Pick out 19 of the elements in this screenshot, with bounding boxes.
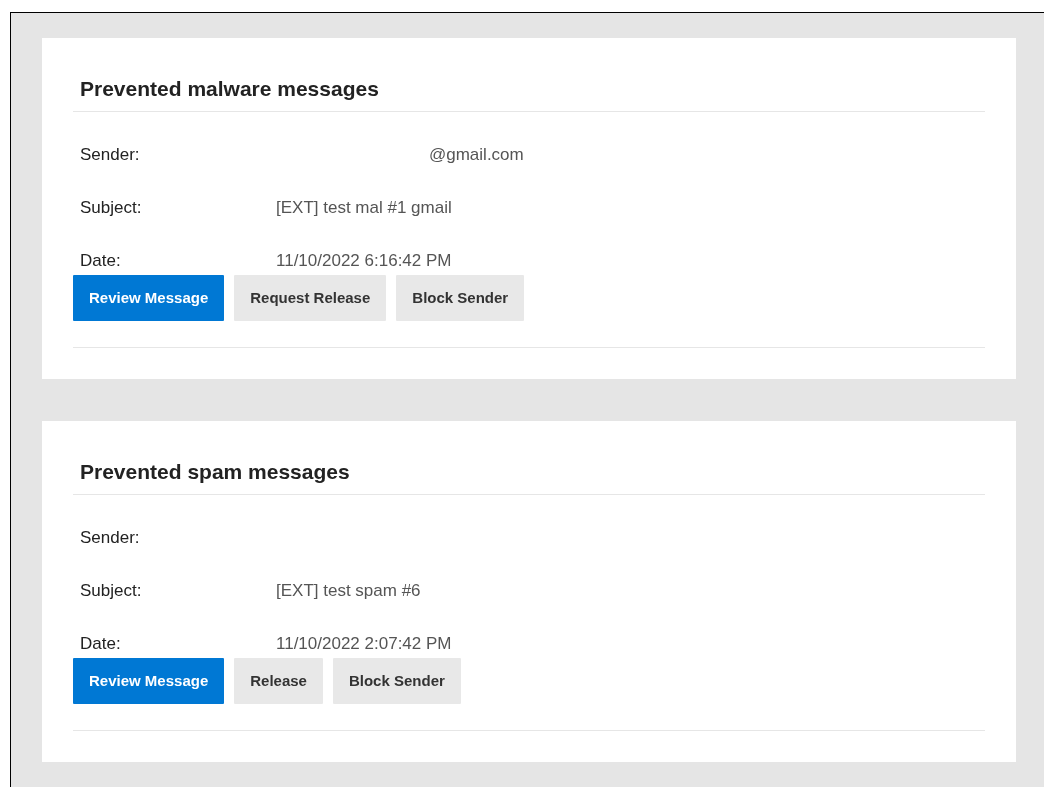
field-value: 11/10/2022 2:07:42 PM [276,634,452,654]
field-label: Subject: [80,196,143,219]
action-button[interactable]: Block Sender [332,658,461,705]
field-label: Sender: [80,143,141,166]
action-button[interactable]: Release [234,658,323,705]
field-label: Date: [80,633,122,656]
action-button[interactable]: Request Release [234,275,387,322]
field-label: Sender: [80,527,141,550]
field-value: @gmail.com [429,144,524,164]
field-label: Date: [80,249,122,272]
action-button[interactable]: Review Message [73,658,225,705]
section-title: Prevented malware messages [73,76,985,113]
action-button[interactable]: Review Message [73,275,225,322]
field-value: 11/10/2022 6:16:42 PM [276,250,452,270]
section-title: Prevented spam messages [73,459,985,496]
action-button[interactable]: Block Sender [396,275,525,322]
field-value: [EXT] test spam #6 [276,581,421,601]
field-label: Subject: [80,580,143,603]
field-value: [EXT] test mal #1 gmail [276,197,452,217]
